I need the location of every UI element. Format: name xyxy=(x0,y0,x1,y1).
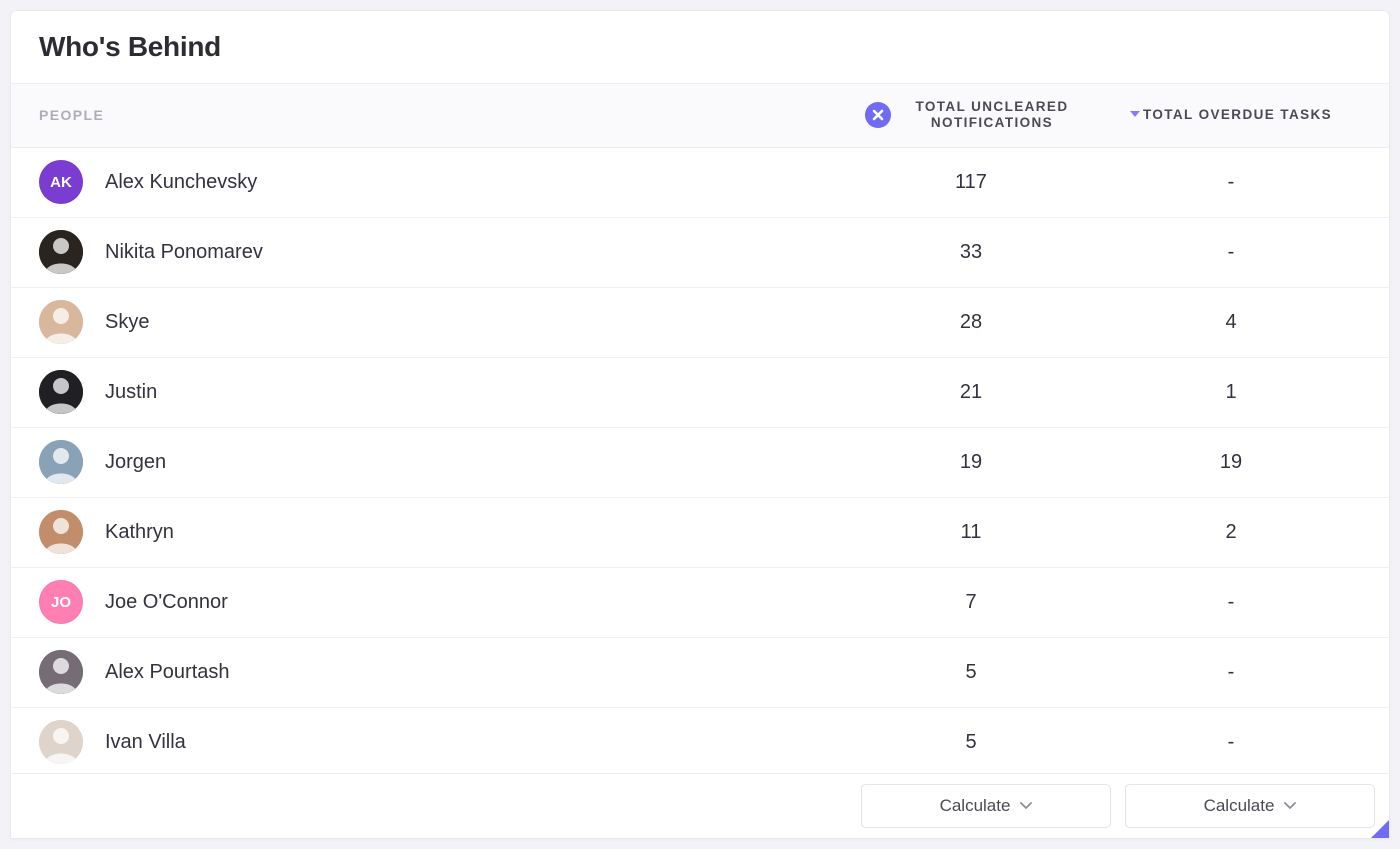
person-name: Kathryn xyxy=(105,521,174,544)
person-cell: JO Joe O'Connor xyxy=(39,580,841,624)
overdue-tasks-value: 19 xyxy=(1101,451,1361,474)
person-name: Justin xyxy=(105,381,157,404)
avatar[interactable] xyxy=(39,510,83,554)
avatar[interactable] xyxy=(39,300,83,344)
avatar[interactable]: AK xyxy=(39,160,83,204)
table-row[interactable]: JO Joe O'Connor 7- xyxy=(11,568,1389,638)
person-name: Ivan Villa xyxy=(105,731,186,754)
column-header-notifications-label: TOTAL UNCLEARED NOTIFICATIONS xyxy=(907,99,1077,131)
table-row[interactable]: Alex Pourtash 5- xyxy=(11,638,1389,708)
overdue-tasks-value: 2 xyxy=(1101,521,1361,544)
avatar-image xyxy=(39,370,83,414)
overdue-tasks-value: - xyxy=(1101,241,1361,264)
avatar-image xyxy=(39,720,83,764)
person-cell: Jorgen xyxy=(39,440,841,484)
person-name: Alex Pourtash xyxy=(105,661,230,684)
avatar-image xyxy=(39,440,83,484)
uncleared-notifications-value: 19 xyxy=(841,451,1101,474)
overdue-tasks-value: 1 xyxy=(1101,381,1361,404)
column-header-notifications[interactable]: TOTAL UNCLEARED NOTIFICATIONS xyxy=(841,99,1101,131)
table-row[interactable]: Jorgen 1919 xyxy=(11,428,1389,498)
overdue-tasks-value: 4 xyxy=(1101,311,1361,334)
table-header: PEOPLE TOTAL UNCLEARED NOTIFICATIONS TOT… xyxy=(11,84,1389,148)
avatar-image xyxy=(39,300,83,344)
avatar[interactable] xyxy=(39,370,83,414)
overdue-tasks-value: - xyxy=(1101,731,1361,754)
avatar-image xyxy=(39,510,83,554)
close-icon xyxy=(871,108,885,122)
person-cell: Kathryn xyxy=(39,510,841,554)
column-header-overdue-label: TOTAL OVERDUE TASKS xyxy=(1143,107,1332,123)
avatar[interactable] xyxy=(39,720,83,764)
table-row[interactable]: Kathryn 112 xyxy=(11,498,1389,568)
table-row[interactable]: Skye 284 xyxy=(11,288,1389,358)
table-row[interactable]: Justin 211 xyxy=(11,358,1389,428)
table-footer: Calculate Calculate xyxy=(11,773,1389,838)
person-name: Nikita Ponomarev xyxy=(105,241,263,264)
uncleared-notifications-value: 5 xyxy=(841,661,1101,684)
table-row[interactable]: Nikita Ponomarev 33- xyxy=(11,218,1389,288)
table-row[interactable]: AK Alex Kunchevsky 117- xyxy=(11,148,1389,218)
resize-handle[interactable] xyxy=(1371,820,1389,838)
avatar-image xyxy=(39,650,83,694)
avatar[interactable] xyxy=(39,440,83,484)
sort-descending-icon xyxy=(1130,111,1140,117)
whos-behind-card: Who's Behind PEOPLE TOTAL UNCLEARED NOTI… xyxy=(10,10,1390,839)
page-title: Who's Behind xyxy=(39,31,1361,63)
card-header: Who's Behind xyxy=(11,11,1389,84)
column-header-people[interactable]: PEOPLE xyxy=(39,107,841,123)
uncleared-notifications-value: 33 xyxy=(841,241,1101,264)
person-name: Jorgen xyxy=(105,451,166,474)
person-cell: Justin xyxy=(39,370,841,414)
uncleared-notifications-value: 117 xyxy=(841,171,1101,194)
person-cell: Ivan Villa xyxy=(39,720,841,764)
calculate-label: Calculate xyxy=(940,796,1011,816)
overdue-tasks-value: - xyxy=(1101,171,1361,194)
person-name: Alex Kunchevsky xyxy=(105,171,257,194)
chevron-down-icon xyxy=(1284,802,1296,810)
person-cell: Skye xyxy=(39,300,841,344)
overdue-tasks-value: - xyxy=(1101,661,1361,684)
person-cell: Nikita Ponomarev xyxy=(39,230,841,274)
avatar-image xyxy=(39,230,83,274)
avatar[interactable]: JO xyxy=(39,580,83,624)
chevron-down-icon xyxy=(1020,802,1032,810)
people-rows: AKAlex Kunchevsky117- Nikita Ponomarev33… xyxy=(11,148,1389,773)
table-row[interactable]: Ivan Villa 5- xyxy=(11,708,1389,773)
avatar[interactable] xyxy=(39,230,83,274)
uncleared-notifications-value: 7 xyxy=(841,591,1101,614)
uncleared-notifications-value: 28 xyxy=(841,311,1101,334)
person-name: Joe O'Connor xyxy=(105,591,228,614)
column-header-people-label: PEOPLE xyxy=(39,107,104,123)
clear-filter-button[interactable] xyxy=(865,102,891,128)
person-name: Skye xyxy=(105,311,149,334)
person-cell: AK Alex Kunchevsky xyxy=(39,160,841,204)
avatar[interactable] xyxy=(39,650,83,694)
calculate-notifications-button[interactable]: Calculate xyxy=(861,784,1111,828)
column-header-overdue[interactable]: TOTAL OVERDUE TASKS xyxy=(1101,107,1361,123)
person-cell: Alex Pourtash xyxy=(39,650,841,694)
uncleared-notifications-value: 11 xyxy=(841,521,1101,544)
uncleared-notifications-value: 5 xyxy=(841,731,1101,754)
calculate-label: Calculate xyxy=(1204,796,1275,816)
calculate-overdue-button[interactable]: Calculate xyxy=(1125,784,1375,828)
overdue-tasks-value: - xyxy=(1101,591,1361,614)
uncleared-notifications-value: 21 xyxy=(841,381,1101,404)
